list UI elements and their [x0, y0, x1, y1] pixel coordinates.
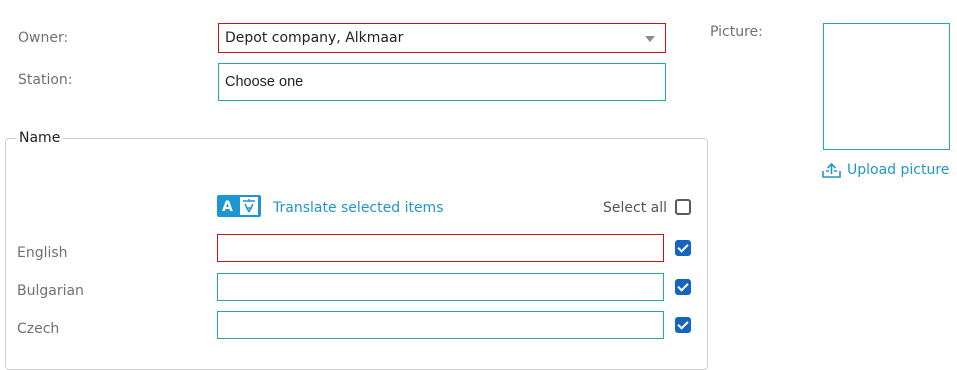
- translate-icon[interactable]: A: [217, 195, 261, 217]
- language-label-bulgarian: Bulgarian: [17, 283, 84, 299]
- language-label-english: English: [17, 245, 68, 261]
- name-input-czech[interactable]: [217, 311, 664, 339]
- station-select[interactable]: Choose one: [218, 63, 666, 101]
- language-checkbox-bulgarian[interactable]: [675, 279, 691, 295]
- language-checkbox-english[interactable]: [675, 240, 691, 256]
- owner-select-value: Depot company, Alkmaar: [225, 30, 404, 46]
- station-label: Station:: [18, 72, 73, 88]
- svg-text:A: A: [222, 199, 233, 215]
- name-section-legend: Name: [19, 130, 61, 146]
- language-label-czech: Czech: [17, 321, 60, 337]
- name-input-bulgarian[interactable]: [217, 273, 664, 301]
- chevron-down-icon: [645, 36, 655, 42]
- select-all-label: Select all: [603, 200, 667, 216]
- owner-label: Owner:: [18, 30, 69, 46]
- owner-select[interactable]: Depot company, Alkmaar: [218, 23, 666, 53]
- translate-selected-link[interactable]: Translate selected items: [273, 200, 444, 216]
- language-checkbox-czech[interactable]: [675, 317, 691, 333]
- picture-label: Picture:: [710, 24, 763, 40]
- select-all-checkbox[interactable]: [675, 199, 691, 215]
- upload-picture-label: Upload picture: [847, 162, 950, 178]
- picture-preview: [823, 23, 950, 150]
- station-select-value: Choose one: [225, 74, 304, 90]
- name-input-english[interactable]: [217, 234, 664, 262]
- upload-icon: [822, 162, 841, 178]
- upload-picture-link[interactable]: Upload picture: [822, 162, 949, 178]
